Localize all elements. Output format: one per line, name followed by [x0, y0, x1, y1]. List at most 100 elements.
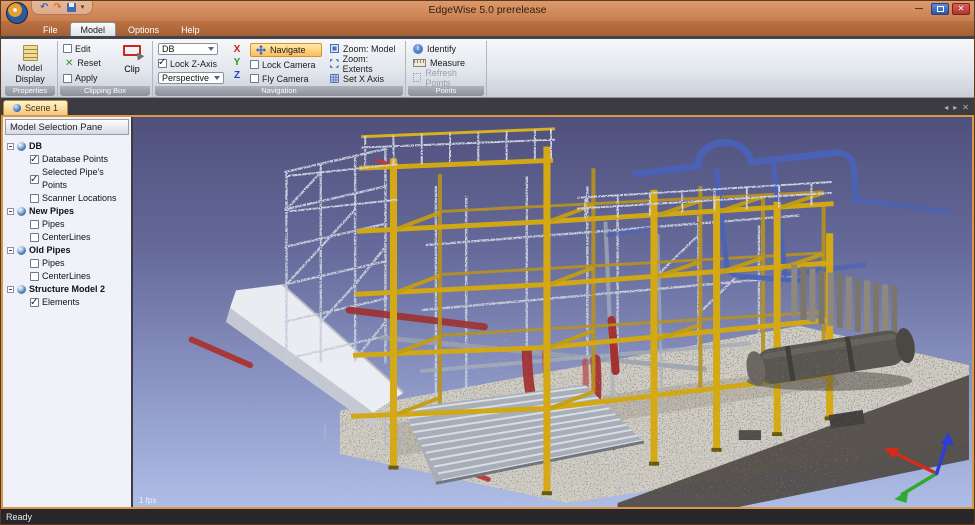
collapse-icon[interactable] — [7, 286, 14, 293]
set-x-axis-label: Set X Axis — [343, 73, 385, 84]
fps-counter: 1 fps — [139, 496, 157, 505]
tree-node-old-pipes[interactable]: Old Pipes — [7, 244, 131, 257]
refresh-points-icon — [413, 73, 422, 82]
tree-item-elements[interactable]: Elements — [30, 296, 131, 309]
restore-icon — [936, 6, 944, 12]
minimize-button[interactable]: — — [910, 3, 928, 15]
model-selection-pane: Model Selection Pane DB Database Points … — [3, 117, 133, 507]
checkbox[interactable] — [30, 194, 39, 203]
checkbox[interactable] — [30, 296, 39, 309]
tree-item-new-pipes-centerlines[interactable]: CenterLines — [30, 231, 131, 244]
viewport-canvas[interactable] — [133, 117, 972, 507]
refresh-points-label: Refresh Points — [425, 67, 457, 88]
edit-checkbox[interactable]: Edit — [63, 43, 111, 54]
ribbon-group-clipping-box: Edit ✕ Reset Apply Clip Clipping Box — [58, 41, 153, 97]
group-label-properties: Properties — [5, 86, 55, 96]
reset-label: Reset — [77, 58, 101, 69]
clip-icon — [123, 45, 141, 56]
clip-button[interactable]: Clip — [124, 64, 140, 74]
tree-item-old-pipes-centerlines[interactable]: CenterLines — [30, 270, 131, 283]
fly-camera-label: Fly Camera — [262, 73, 309, 84]
restore-button[interactable] — [931, 3, 949, 15]
lock-camera-checkbox-box[interactable] — [250, 60, 259, 70]
viewport-3d[interactable]: 1 fps — [133, 117, 972, 507]
navigate-move-icon — [256, 44, 266, 55]
identify-button[interactable]: i Identify — [411, 43, 481, 54]
collapse-icon[interactable] — [7, 247, 14, 254]
tree-item-label: CenterLines — [42, 232, 91, 242]
point-cloud-speckle — [334, 323, 860, 502]
model-sphere-icon — [17, 142, 26, 151]
model-display-button[interactable]: Model Display — [8, 43, 52, 84]
lock-camera-checkbox[interactable]: Lock Camera — [250, 60, 322, 71]
tree-item-new-pipes-pipes[interactable]: Pipes — [30, 218, 131, 231]
scene-tab-icon — [13, 104, 21, 112]
tree-item-label: Pipes — [42, 219, 65, 229]
tree-node-new-pipes[interactable]: New Pipes — [7, 205, 131, 218]
set-x-axis-grid-icon — [330, 74, 339, 83]
view-dropdown[interactable]: DB — [158, 43, 218, 56]
axis-z-button[interactable]: Z — [230, 69, 244, 82]
edit-checkbox-box[interactable] — [63, 44, 72, 54]
apply-checkbox[interactable]: Apply — [63, 73, 111, 84]
model-display-label: Model Display — [15, 63, 45, 84]
close-button[interactable]: ✕ — [952, 3, 970, 15]
tree-item-label: Scanner Locations — [42, 193, 117, 203]
tab-model[interactable]: Model — [69, 22, 117, 36]
ribbon: Model Display Properties Edit ✕ Reset Ap… — [1, 39, 974, 98]
projection-dropdown[interactable]: Perspective — [158, 71, 224, 84]
lock-z-axis-label: Lock Z-Axis — [170, 58, 218, 69]
navigate-button[interactable]: Navigate — [250, 43, 322, 57]
tab-nav-controls: ◂ ▸ ✕ — [944, 103, 974, 115]
lock-z-axis-checkbox[interactable]: Lock Z-Axis — [158, 57, 224, 69]
zoom-extents-button[interactable]: Zoom: Extents — [328, 54, 400, 74]
tab-close-icon[interactable]: ✕ — [962, 103, 969, 112]
tree-item-scanner-locations[interactable]: Scanner Locations — [30, 192, 131, 205]
tree-node-structure-model-2[interactable]: Structure Model 2 — [7, 283, 131, 296]
ribbon-tab-bar: File Model Options Help — [1, 21, 974, 36]
fly-camera-checkbox-box[interactable] — [250, 74, 259, 84]
identify-info-icon: i — [413, 43, 423, 54]
tab-prev-icon[interactable]: ◂ — [944, 103, 948, 112]
group-label-points: Points — [408, 86, 484, 96]
model-sphere-icon — [17, 285, 26, 294]
tree-item-old-pipes-pipes[interactable]: Pipes — [30, 257, 131, 270]
chevron-down-icon — [208, 47, 214, 52]
set-x-axis-button[interactable]: Set X Axis — [328, 73, 400, 84]
ribbon-group-points: i Identify Measure Refresh Points Points — [406, 41, 487, 97]
checkbox[interactable] — [30, 220, 39, 229]
tab-options[interactable]: Options — [118, 23, 169, 36]
edit-label: Edit — [75, 43, 91, 54]
checkbox[interactable] — [30, 259, 39, 268]
axis-x-button[interactable]: X — [230, 43, 244, 56]
title-bar: ↶ ↷ ▾ EdgeWise 5.0 prerelease — ✕ — [1, 1, 974, 24]
measure-label: Measure — [430, 57, 466, 68]
ribbon-group-properties: Model Display Properties — [3, 41, 58, 97]
tree-node-db[interactable]: DB — [7, 140, 131, 153]
group-label-clipping-box: Clipping Box — [60, 86, 150, 96]
axis-y-button[interactable]: Y — [230, 56, 244, 69]
tab-help[interactable]: Help — [171, 23, 210, 36]
measure-ruler-icon — [413, 58, 426, 67]
fly-camera-checkbox[interactable]: Fly Camera — [250, 73, 322, 84]
app-logo-icon[interactable] — [6, 2, 28, 24]
identify-label: Identify — [427, 43, 457, 54]
collapse-icon[interactable] — [7, 208, 14, 215]
measure-button[interactable]: Measure — [411, 57, 481, 68]
tree-item-database-points[interactable]: Database Points — [30, 153, 131, 166]
checkbox[interactable] — [30, 272, 39, 281]
reset-button[interactable]: ✕ Reset — [63, 57, 111, 69]
tab-file[interactable]: File — [33, 23, 68, 36]
scene-tab[interactable]: Scene 1 — [3, 100, 69, 115]
tree-item-label: Database Points — [42, 154, 109, 164]
zoom-model-button[interactable]: Zoom: Model — [328, 43, 400, 54]
tab-next-icon[interactable]: ▸ — [953, 103, 957, 112]
checkbox[interactable] — [30, 233, 39, 242]
tree-item-selected-pipes-points[interactable]: Selected Pipe's Points — [30, 166, 131, 192]
collapse-icon[interactable] — [7, 143, 14, 150]
lock-z-axis-checkbox-box[interactable] — [158, 57, 167, 68]
checkbox[interactable] — [30, 153, 39, 166]
apply-checkbox-box[interactable] — [63, 73, 72, 83]
checkbox[interactable] — [30, 173, 39, 186]
apply-label: Apply — [75, 73, 98, 84]
